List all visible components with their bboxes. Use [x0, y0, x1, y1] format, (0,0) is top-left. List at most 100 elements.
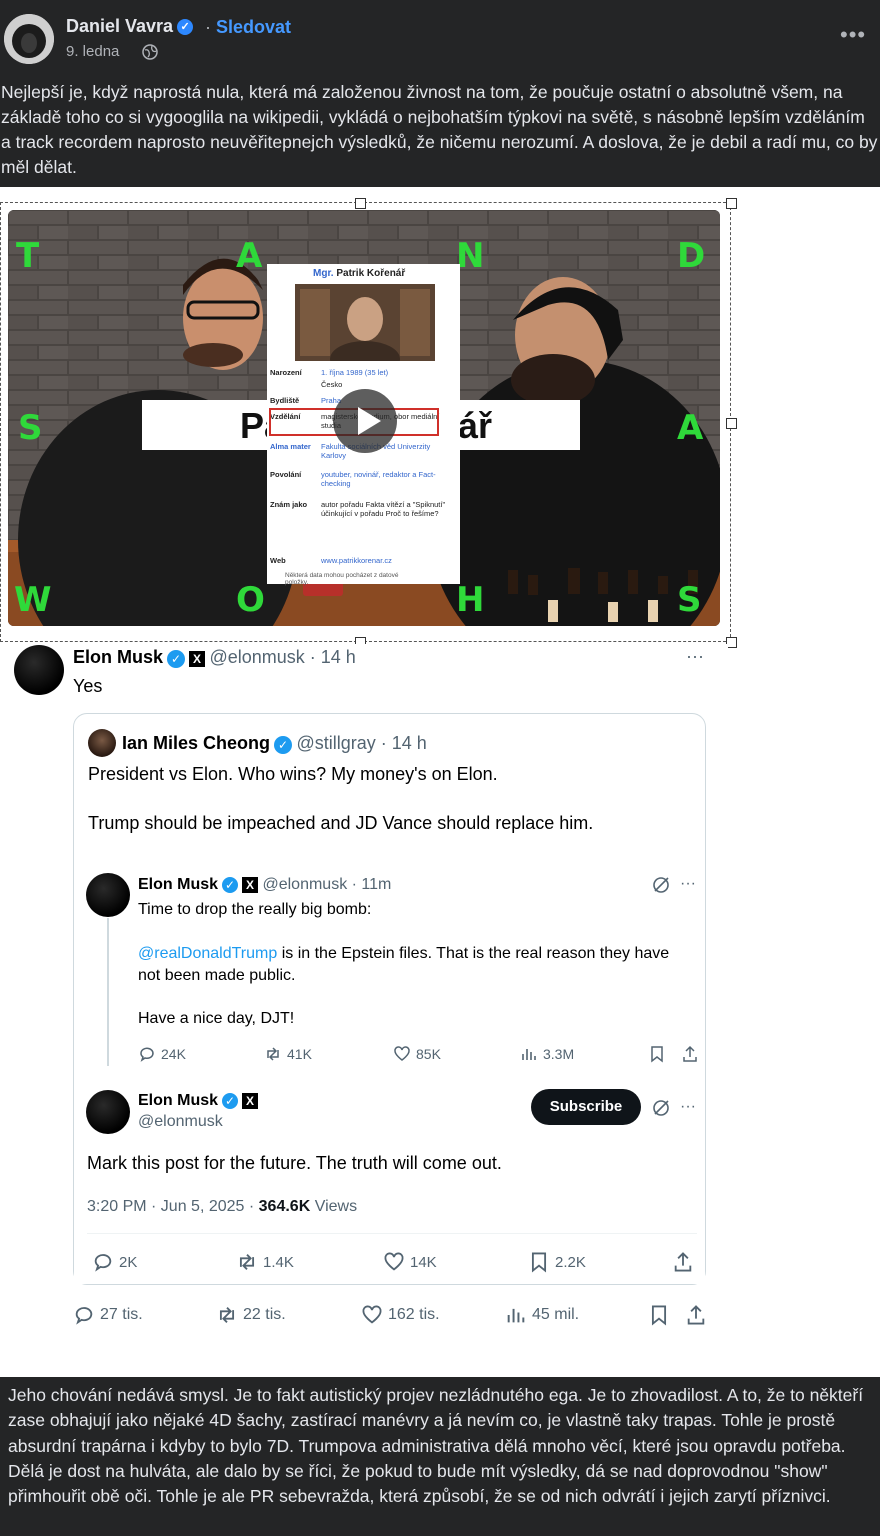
inner1-avatar[interactable] — [86, 873, 130, 917]
inner2-more-icon[interactable]: ··· — [680, 1098, 696, 1116]
quote-header: Ian Miles Cheong ✓ @stillgray · 14 h — [122, 733, 427, 754]
share-icon — [687, 1305, 705, 1325]
subscribe-button[interactable]: Subscribe — [531, 1089, 641, 1125]
inner1-like-button[interactable]: 85K — [393, 1045, 441, 1063]
inner1-bookmark-button[interactable] — [648, 1045, 666, 1063]
title-letter-a: A — [236, 236, 263, 276]
x-logo-icon: X — [242, 1092, 259, 1109]
more-options-icon[interactable]: ••• — [840, 22, 866, 48]
resize-handle-top[interactable] — [355, 198, 366, 209]
resize-handle-top-right[interactable] — [726, 198, 737, 209]
title-letter-o: O — [236, 580, 265, 620]
quote-author-name[interactable]: Ian Miles Cheong — [122, 733, 270, 753]
title-letter-s: S — [18, 408, 43, 448]
globe-icon — [142, 44, 158, 60]
wiki-label-web: Web — [270, 556, 286, 565]
grok-icon[interactable] — [652, 876, 670, 899]
repost-icon — [267, 1047, 279, 1061]
resize-handle-right[interactable] — [726, 418, 737, 429]
banner-text-right: ář — [458, 405, 493, 446]
x-logo-icon: X — [242, 876, 259, 893]
reply-icon — [140, 1047, 154, 1062]
inner2-timestamp[interactable]: 3:20 PM · Jun 5, 2025 · 364.6K Views — [87, 1198, 357, 1216]
follow-label: Sledovat — [216, 17, 292, 37]
inner2-handle[interactable]: @elonmusk — [138, 1113, 223, 1131]
play-button-icon[interactable] — [333, 389, 397, 453]
heart-icon — [384, 1252, 404, 1271]
x-logo-icon: X — [189, 650, 206, 667]
wiki-footnote: Některá data mohou pocházet z datové pol… — [285, 572, 399, 586]
title-letter-t: T — [16, 236, 40, 276]
title-letter-h: H — [456, 580, 485, 620]
tweet-author-name[interactable]: Elon Musk — [73, 647, 163, 667]
wiki-label-birth: Narození — [270, 368, 302, 377]
author-avatar[interactable] — [4, 14, 54, 64]
wiki-title: Mgr. Patrik Kořenář — [313, 268, 406, 279]
verified-badge-icon: ✓ — [222, 876, 239, 893]
wiki-value-occupation: youtuber, novinář, redaktor a Fact-check… — [321, 470, 436, 488]
tweet-more-icon[interactable]: ··· — [686, 646, 704, 667]
mention-link[interactable]: @realDonaldTrump — [138, 945, 277, 962]
views-icon — [507, 1308, 525, 1323]
heart-icon — [394, 1046, 410, 1061]
inner2-repost-button[interactable]: 1.4K — [236, 1251, 294, 1273]
author-name[interactable]: Daniel Vavra ✓ — [66, 16, 194, 37]
separator-dot: · — [205, 17, 211, 37]
inner2-share-button[interactable] — [672, 1251, 694, 1273]
inner1-reply-button[interactable]: 24K — [138, 1045, 186, 1063]
views-button[interactable]: 45 mil. — [505, 1304, 579, 1326]
inner1-share-button[interactable] — [681, 1045, 699, 1063]
tweet-text: Yes — [73, 676, 103, 696]
title-letter-s2: S — [677, 580, 702, 620]
tweet-author-handle[interactable]: @elonmusk · 14 h — [209, 647, 355, 667]
wiki-label-alma-mater: Alma mater — [270, 442, 311, 451]
wiki-value-country: Česko — [321, 380, 343, 389]
quote-author-handle[interactable]: @stillgray · 14 h — [296, 733, 426, 753]
post-date[interactable]: 9. ledna — [66, 43, 119, 60]
elon-avatar[interactable] — [14, 645, 64, 695]
inner2-author-name[interactable]: Elon Musk — [138, 1092, 218, 1109]
share-icon — [674, 1252, 692, 1272]
like-button[interactable]: 162 tis. — [361, 1304, 440, 1326]
wiki-label-known-as: Znám jako — [270, 500, 308, 509]
inner2-header: Elon Musk ✓ X — [138, 1092, 259, 1110]
heart-icon — [362, 1305, 382, 1324]
inner1-repost-button[interactable]: 41K — [264, 1045, 312, 1063]
verified-badge-icon: ✓ — [222, 1092, 239, 1109]
inner1-line2: @realDonaldTrump is in the Epstein files… — [138, 945, 670, 962]
follow-button[interactable]: · Sledovat — [205, 17, 291, 38]
wiki-value-birth: 1. října 1989 (35 let) — [321, 368, 389, 377]
inner2-avatar[interactable] — [86, 1090, 130, 1134]
wiki-label-residence: Bydliště — [270, 396, 300, 405]
title-letter-n: N — [456, 236, 485, 276]
share-icon — [683, 1045, 697, 1062]
reply-button[interactable]: 27 tis. — [73, 1304, 143, 1326]
verified-badge-icon: ✓ — [177, 19, 194, 36]
bookmark-button[interactable] — [648, 1304, 670, 1326]
repost-icon — [219, 1307, 235, 1323]
inner2-reply-button[interactable]: 2K — [92, 1251, 137, 1273]
bottom-post-text: Jeho chování nedává smysl. Je to fakt au… — [8, 1385, 864, 1507]
inner1-line3: not been made public. — [138, 967, 296, 984]
repost-button[interactable]: 22 tis. — [216, 1304, 286, 1326]
inner1-handle[interactable]: @elonmusk · 11m — [262, 876, 391, 893]
inner1-views-button[interactable]: 3.3M — [520, 1045, 574, 1063]
wiki-value-web[interactable]: www.patrikkorenar.cz — [321, 556, 457, 565]
share-button[interactable] — [685, 1304, 707, 1326]
screenshot-thread — [74, 856, 705, 1284]
wiki-photo — [295, 284, 435, 377]
wiki-value-known-as: autor pořadu Fakta vítězí a "Spiknutí" ú… — [321, 500, 446, 518]
reply-icon — [94, 1254, 112, 1272]
inner1-more-icon[interactable]: ··· — [680, 875, 696, 893]
grok-icon[interactable] — [652, 1099, 670, 1122]
thread-line — [107, 918, 109, 1066]
reply-icon — [75, 1307, 93, 1325]
inner1-author-name[interactable]: Elon Musk — [138, 876, 218, 893]
inner2-like-button[interactable]: 14K — [383, 1251, 437, 1273]
quote-text-line2: Trump should be impeached and JD Vance s… — [88, 813, 594, 833]
bookmark-icon — [531, 1252, 547, 1273]
verified-badge-icon: ✓ — [167, 649, 186, 668]
ian-avatar[interactable] — [88, 729, 116, 757]
repost-icon — [239, 1254, 255, 1270]
inner2-bookmark-button[interactable]: 2.2K — [528, 1251, 586, 1273]
